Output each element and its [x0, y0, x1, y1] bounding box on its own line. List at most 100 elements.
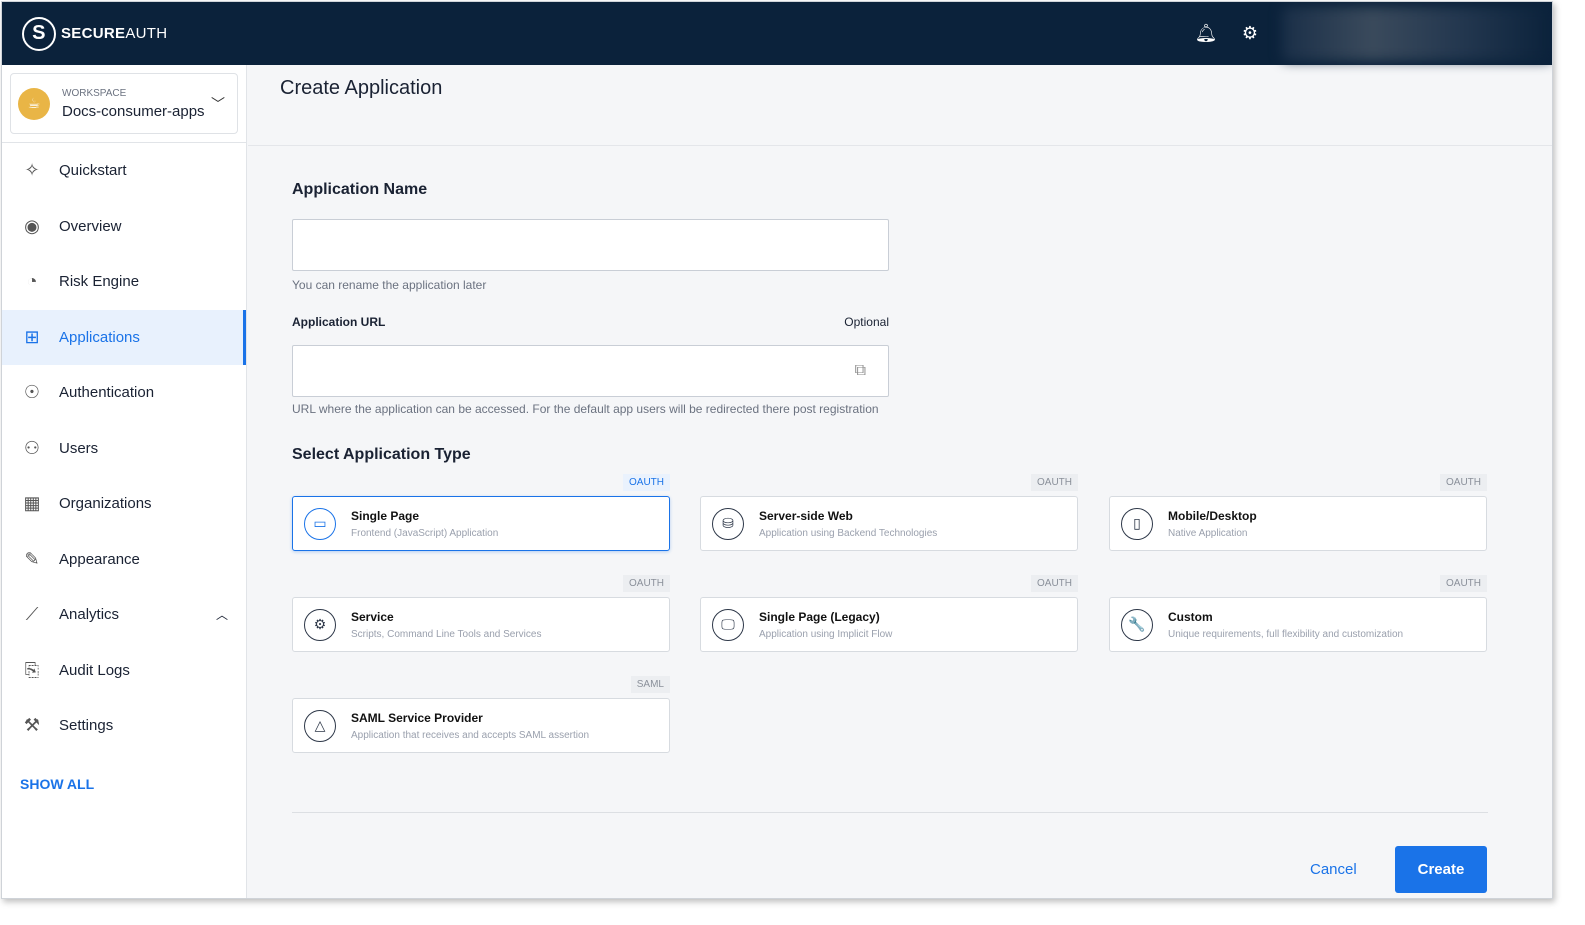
- sidebar-item-label: Analytics: [59, 606, 120, 624]
- workspace-coffee-icon: ☕︎: [18, 87, 50, 120]
- application-url-input[interactable]: ⧉: [292, 345, 889, 397]
- top-bar: S SECURE AUTH 🔔︎ ⚙: [2, 2, 1552, 65]
- logo[interactable]: S SECURE AUTH: [22, 16, 168, 51]
- secureauth-logo-icon: S: [22, 16, 56, 51]
- sidebar-item-users[interactable]: ⚇ Users: [2, 421, 246, 477]
- workspace-name: Docs-consumer-apps: [62, 102, 205, 120]
- sidebar-item-audit-logs[interactable]: ⎘ Audit Logs: [2, 643, 246, 699]
- protocol-tag: OAUTH: [1440, 474, 1487, 491]
- optional-label: Optional: [844, 315, 889, 329]
- create-application-form: Application Name You can rename the appl…: [292, 146, 1488, 764]
- sidebar-item-analytics[interactable]: ⟋ Analytics ︿: [2, 587, 246, 643]
- sidebar-item-organizations[interactable]: ▦ Organizations: [2, 476, 246, 532]
- sidebar-item-applications[interactable]: ⊞ Applications: [2, 309, 246, 365]
- app-type-icon: ▭: [304, 507, 336, 540]
- app-type-card-service[interactable]: ⚙ Service Scripts, Command Line Tools and …: [292, 597, 670, 652]
- app-type-icon: 🔧: [1121, 608, 1153, 641]
- app-type-title: SAML Service Provider: [351, 710, 483, 725]
- app-type-card-server-side-web[interactable]: ⛁ Server-side Web Application using Backen…: [700, 496, 1078, 551]
- brand-light: AUTH: [125, 25, 168, 42]
- bell-icon[interactable]: 🔔︎: [1184, 23, 1228, 44]
- sidebar-item-label: Users: [59, 439, 99, 457]
- risk-engine-icon: ◔: [26, 271, 38, 292]
- app-type-icon: △: [304, 709, 336, 742]
- sidebar-item-label: Audit Logs: [59, 661, 130, 679]
- create-button[interactable]: Create: [1395, 846, 1487, 893]
- app-type-subtitle: Native Application: [1168, 527, 1248, 539]
- application-url-help: URL where the application can be accesse…: [292, 402, 879, 416]
- app-type-title: Service: [351, 609, 394, 624]
- sidebar-item-authentication[interactable]: ☉ Authentication: [2, 365, 246, 421]
- app-type-card-custom[interactable]: 🔧 Custom Unique requirements, full flexibi…: [1109, 597, 1487, 652]
- sidebar-item-label: Settings: [59, 717, 114, 735]
- app-type-title: Server-side Web: [759, 508, 853, 523]
- sidebar-item-risk-engine[interactable]: ◔ Risk Engine: [2, 254, 246, 310]
- overview-icon: ◉: [24, 215, 40, 236]
- app-type-subtitle: Application using Backend Technologies: [759, 527, 938, 539]
- sidebar-item-quickstart[interactable]: ✧ Quickstart: [2, 143, 246, 199]
- sidebar-item-label: Appearance: [59, 550, 140, 568]
- select-type-heading: Select Application Type: [292, 446, 471, 463]
- brand-bold: SECURE: [61, 25, 126, 42]
- app-type-subtitle: Application using Implicit Flow: [759, 628, 893, 640]
- protocol-tag: OAUTH: [1031, 575, 1078, 592]
- protocol-tag: OAUTH: [1031, 474, 1078, 491]
- sidebar-item-label: Overview: [59, 217, 122, 235]
- workspace-label: WORKSPACE: [62, 87, 127, 99]
- protocol-tag: OAUTH: [623, 575, 670, 592]
- app-type-icon: ⛁: [712, 507, 744, 540]
- sidebar-item-label: Organizations: [59, 495, 152, 513]
- audit-logs-icon: ⎘: [24, 659, 40, 680]
- app-type-title: Custom: [1168, 609, 1213, 624]
- sidebar-item-settings[interactable]: ⚒ Settings: [2, 698, 246, 754]
- app-type-card-mobile-desktop[interactable]: ▯ Mobile/Desktop Native Application: [1109, 496, 1487, 551]
- protocol-tag: OAUTH: [623, 474, 670, 491]
- application-url-label: Application URL: [292, 315, 386, 329]
- chevron-down-icon: ﹀: [211, 96, 225, 112]
- quickstart-icon: ✧: [24, 160, 40, 181]
- application-type-grid: OAUTH ▭ Single Page Frontend (JavaScript) A…: [292, 464, 1488, 764]
- app-type-title: Mobile/Desktop: [1168, 508, 1257, 523]
- sidebar-item-label: Authentication: [59, 384, 155, 402]
- app-type-title: Single Page (Legacy): [759, 609, 880, 624]
- app-type-icon: ⚙: [304, 608, 336, 641]
- app-window: S SECURE AUTH 🔔︎ ⚙ ☕︎ WORKSPACE Docs-consum…: [1, 1, 1553, 899]
- cancel-button[interactable]: Cancel: [1310, 861, 1357, 878]
- app-type-card-single-page-legacy[interactable]: 🖵 Single Page (Legacy) Application using I…: [700, 597, 1078, 652]
- sidebar-item-overview[interactable]: ◉ Overview: [2, 199, 246, 255]
- gear-icon[interactable]: ⚙: [1228, 23, 1272, 44]
- app-type-card-saml-service-provider[interactable]: △ SAML Service Provider Application that r…: [292, 698, 670, 753]
- app-type-subtitle: Frontend (JavaScript) Application: [351, 527, 499, 539]
- applications-icon: ⊞: [24, 326, 40, 347]
- settings-icon: ⚒: [23, 715, 41, 736]
- sidebar-item-label: Risk Engine: [59, 273, 140, 291]
- sidebar-item-appearance[interactable]: ✎ Appearance: [2, 532, 246, 588]
- page-title: Create Application: [248, 65, 1552, 146]
- app-type-title: Single Page: [351, 508, 420, 523]
- sidebar-item-label: Quickstart: [59, 162, 127, 180]
- app-type-subtitle: Scripts, Command Line Tools and Services: [351, 628, 542, 640]
- appearance-icon: ✎: [24, 548, 40, 569]
- application-name-input[interactable]: [292, 219, 889, 271]
- chevron-up-icon[interactable]: ︿: [216, 606, 228, 623]
- users-icon: ⚇: [23, 437, 41, 458]
- divider: [292, 812, 1488, 813]
- app-type-card-single-page[interactable]: ▭ Single Page Frontend (JavaScript) Applic…: [292, 496, 670, 551]
- app-type-subtitle: Unique requirements, full flexibility an…: [1168, 628, 1404, 640]
- external-link-icon[interactable]: ⧉: [855, 362, 866, 380]
- app-type-subtitle: Application that receives and accepts SA…: [351, 729, 590, 741]
- organizations-icon: ▦: [23, 493, 41, 514]
- application-name-heading: Application Name: [292, 181, 428, 198]
- user-menu-blurred[interactable]: [1282, 6, 1552, 61]
- app-type-icon: 🖵: [712, 608, 744, 641]
- workspace-selector[interactable]: ☕︎ WORKSPACE Docs-consumer-apps ﹀: [10, 73, 238, 134]
- sidebar: ☕︎ WORKSPACE Docs-consumer-apps ﹀ ✧ Quicks…: [2, 65, 247, 898]
- sidebar-item-label: Applications: [59, 328, 140, 346]
- main-content: Create Application Application Name You …: [248, 65, 1552, 898]
- application-name-help: You can rename the application later: [292, 278, 487, 292]
- protocol-tag: SAML: [630, 676, 670, 693]
- app-type-icon: ▯: [1121, 507, 1153, 540]
- analytics-icon: ⟋: [25, 604, 39, 625]
- show-all-link[interactable]: SHOW ALL: [20, 776, 246, 792]
- protocol-tag: OAUTH: [1440, 575, 1487, 592]
